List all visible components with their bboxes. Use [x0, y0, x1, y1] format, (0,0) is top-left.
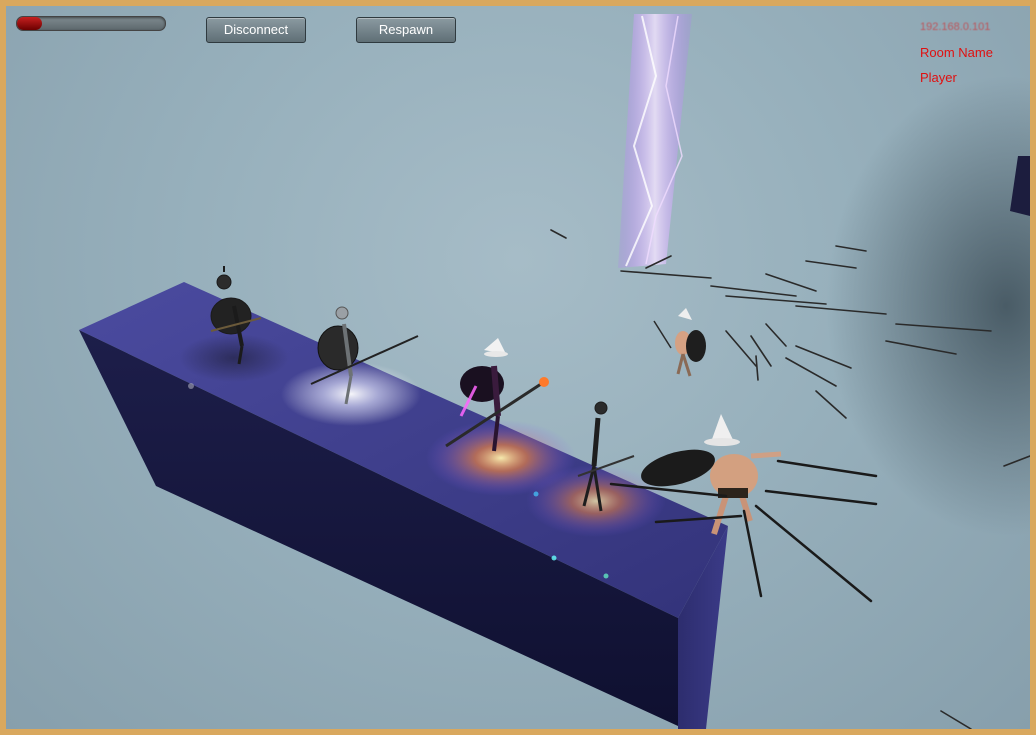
- lightning-beam: [618, 14, 692, 268]
- server-ip-label: 192.168.0.101: [920, 21, 991, 33]
- spartan-distant-character: [653, 308, 706, 377]
- player-name-label: Player: [920, 70, 957, 85]
- dark-spell-effect: [179, 334, 289, 382]
- disconnect-button[interactable]: Disconnect: [206, 17, 306, 43]
- room-name-label: Room Name: [920, 45, 993, 60]
- respawn-button[interactable]: Respawn: [356, 17, 456, 43]
- game-viewport[interactable]: Disconnect Respawn 192.168.0.101 Room Na…: [6, 6, 1030, 729]
- health-bar-fill: [17, 17, 43, 30]
- game-scene: [79, 14, 1030, 729]
- health-bar: [16, 16, 166, 31]
- ground-shadow: [826, 76, 1030, 536]
